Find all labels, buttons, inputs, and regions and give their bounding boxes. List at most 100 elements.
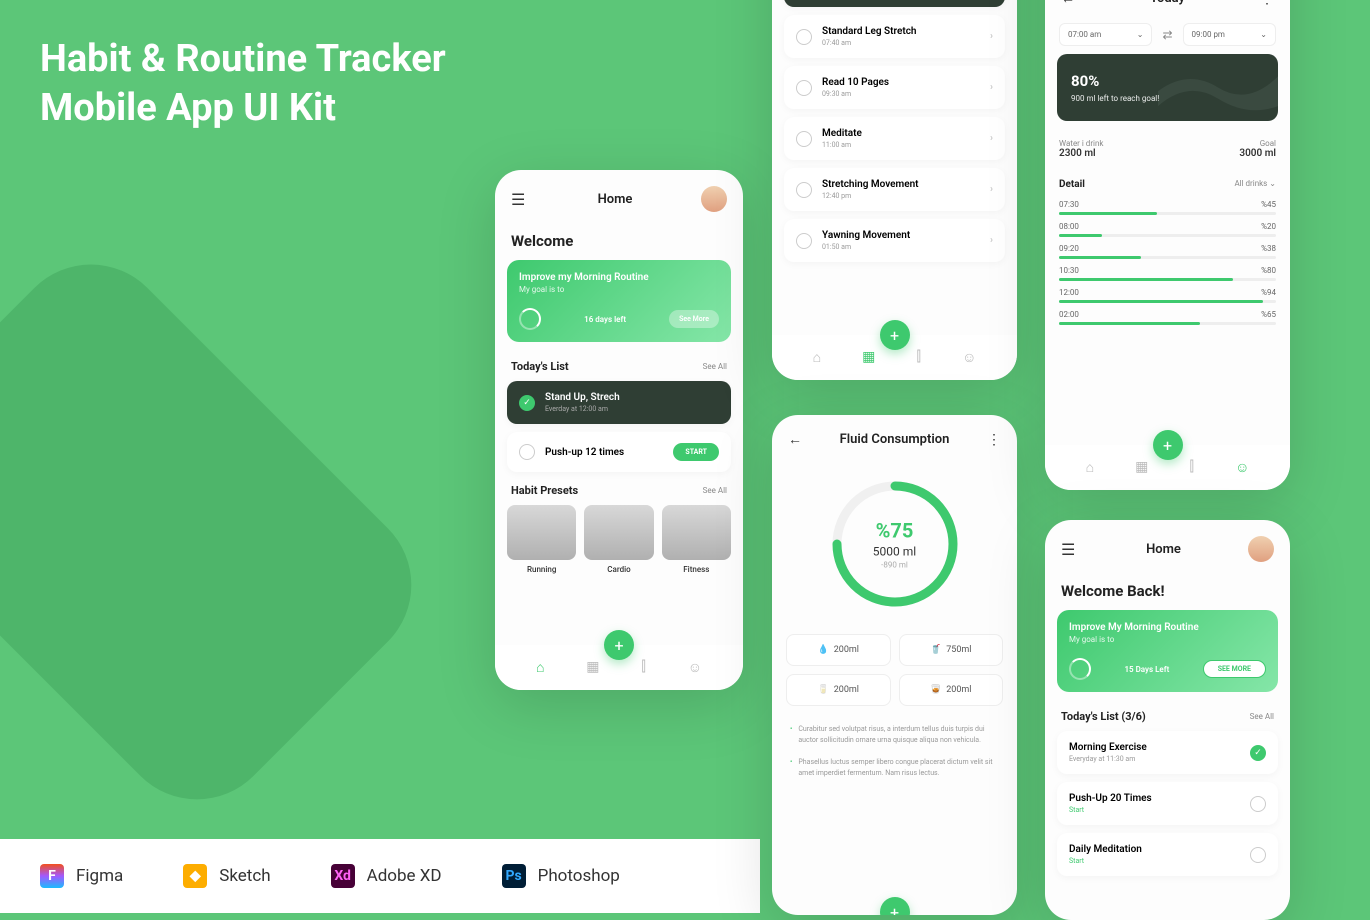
profile-icon[interactable]: ☺	[688, 659, 702, 676]
stats-icon[interactable]: ⫿	[641, 659, 645, 676]
see-more-button[interactable]: SEE MORE	[1203, 660, 1266, 678]
filter-dropdown[interactable]: All drinks ⌄	[1234, 179, 1276, 190]
see-all-link[interactable]: See All	[703, 362, 727, 371]
back-icon[interactable]: ←	[788, 431, 802, 448]
profile-icon[interactable]: ☺	[1235, 459, 1249, 476]
goal-card[interactable]: Improve My Morning Routine My goal is to…	[1057, 610, 1278, 692]
item-title: Standard Leg Stretch	[822, 26, 980, 37]
progress-bar	[1059, 278, 1276, 281]
checkbox-icon[interactable]	[796, 182, 812, 198]
calendar-icon[interactable]: ▦	[862, 349, 875, 366]
add-200ml-button[interactable]: 💧200ml	[786, 634, 891, 666]
menu-icon[interactable]: ☰	[511, 190, 529, 209]
list-item[interactable]: Yawning Movement01:50 am›	[784, 219, 1005, 262]
calendar-icon[interactable]: ▦	[1135, 459, 1148, 476]
checkbox-icon[interactable]	[1250, 847, 1266, 863]
see-all-link[interactable]: See All	[1250, 712, 1274, 721]
add-200ml-button[interactable]: 🥛200ml	[786, 674, 891, 706]
swap-icon[interactable]: ⇄	[1162, 28, 1172, 42]
calendar-icon[interactable]: ▦	[586, 659, 599, 676]
preset-card[interactable]: Running	[507, 505, 576, 574]
list-item[interactable]: ✓ Stand Up, Strech Everday at 12:00 am	[507, 381, 731, 424]
check-icon[interactable]: ✓	[519, 395, 535, 411]
goal-card[interactable]: Improve my Morning Routine My goal is to…	[507, 260, 731, 342]
phone-fluid: ← Fluid Consumption ⋮ %75 5000 ml -890 m…	[772, 415, 1017, 915]
progress-fill	[1059, 322, 1200, 325]
percent-label: %45	[1261, 200, 1276, 209]
start-button[interactable]: START	[673, 443, 719, 461]
back-icon[interactable]: ←	[1061, 0, 1075, 7]
chevron-right-icon: ›	[990, 133, 993, 144]
checkbox-icon[interactable]	[796, 80, 812, 96]
home-icon[interactable]: ⌂	[536, 659, 544, 676]
stats-icon[interactable]: ⫿	[1190, 459, 1194, 476]
list-item[interactable]: Push-Up 20 TimesStart	[1057, 782, 1278, 825]
percent-label: %80	[1261, 266, 1276, 275]
add-200ml-button[interactable]: 🥃200ml	[899, 674, 1004, 706]
time-label: 09:20	[1059, 244, 1079, 253]
add-button[interactable]: +	[604, 630, 634, 660]
more-icon[interactable]: ⋮	[987, 432, 1001, 448]
item-sub: 07:40 am	[822, 39, 980, 47]
page-title: Home	[1146, 542, 1181, 557]
time-to-dropdown[interactable]: 09:00 pm⌄	[1183, 23, 1276, 46]
item-sub: Start	[1069, 857, 1240, 865]
checkbox-icon[interactable]	[796, 233, 812, 249]
list-item[interactable]: Meditate11:00 am›	[784, 117, 1005, 160]
chevron-right-icon: ›	[990, 235, 993, 246]
cup-icon: 🥛	[818, 685, 829, 695]
list-item[interactable]: Stretching Movement12:40 pm›	[784, 168, 1005, 211]
more-icon[interactable]: ⋮	[1260, 0, 1274, 7]
see-more-button[interactable]: See More	[669, 310, 719, 328]
profile-icon[interactable]: ☺	[962, 349, 976, 366]
page-title: Fluid Consumption	[840, 432, 950, 447]
list-item[interactable]: ✓Morning Jog06:30 am	[784, 0, 1005, 7]
avatar[interactable]	[701, 186, 727, 212]
checkbox-icon[interactable]	[796, 131, 812, 147]
preset-card[interactable]: Fitness	[662, 505, 731, 574]
page-title: Today	[1150, 0, 1185, 6]
chevron-down-icon: ⌄	[1137, 30, 1144, 39]
days-left: 16 days left	[584, 315, 626, 324]
chevron-right-icon: ›	[990, 82, 993, 93]
bottle-icon: 🥤	[930, 645, 941, 655]
home-icon[interactable]: ⌂	[813, 349, 821, 366]
list-item[interactable]: Push-up 12 times START	[507, 432, 731, 472]
progress-ring-icon	[519, 308, 541, 330]
item-title: Push-up 12 times	[545, 447, 663, 458]
home-icon[interactable]: ⌂	[1086, 459, 1094, 476]
checkbox-icon[interactable]	[1250, 796, 1266, 812]
checkbox-icon[interactable]	[519, 444, 535, 460]
menu-icon[interactable]: ☰	[1061, 540, 1079, 559]
goal-sub: My goal is to	[519, 285, 719, 294]
tool-sketch: ◆Sketch	[183, 864, 270, 888]
goal-sub: My goal is to	[1069, 635, 1266, 644]
checkbox-icon[interactable]	[796, 29, 812, 45]
add-button[interactable]: +	[1153, 430, 1183, 460]
goal-title: Improve My Morning Routine	[1069, 622, 1266, 633]
title-line2: Mobile App UI Kit	[40, 84, 446, 133]
item-sub: 12:40 pm	[822, 192, 980, 200]
progress-fill	[1059, 234, 1102, 237]
tool-adobexd: XdAdobe XD	[331, 864, 442, 888]
item-title: Meditate	[822, 128, 980, 139]
avatar[interactable]	[1248, 536, 1274, 562]
check-icon[interactable]: ✓	[1250, 745, 1266, 761]
add-button[interactable]: +	[880, 897, 910, 915]
welcome-text: Welcome	[495, 228, 743, 260]
time-from-dropdown[interactable]: 07:00 am⌄	[1059, 23, 1152, 46]
sketch-icon: ◆	[183, 864, 207, 888]
list-item[interactable]: Daily MeditationStart	[1057, 833, 1278, 876]
add-750ml-button[interactable]: 🥤750ml	[899, 634, 1004, 666]
stats-icon[interactable]: ⫿	[917, 349, 921, 366]
list-item[interactable]: Standard Leg Stretch07:40 am›	[784, 15, 1005, 58]
percent-label: %94	[1261, 288, 1276, 297]
item-sub: 09:30 am	[822, 90, 980, 98]
list-item[interactable]: Read 10 Pages09:30 am›	[784, 66, 1005, 109]
value: 2300 ml	[1059, 148, 1103, 159]
percent-label: %38	[1261, 244, 1276, 253]
list-item[interactable]: Morning ExerciseEveryday at 11:30 am✓	[1057, 731, 1278, 774]
see-all-link[interactable]: See All	[703, 486, 727, 495]
preset-card[interactable]: Cardio	[584, 505, 653, 574]
add-button[interactable]: +	[880, 320, 910, 350]
